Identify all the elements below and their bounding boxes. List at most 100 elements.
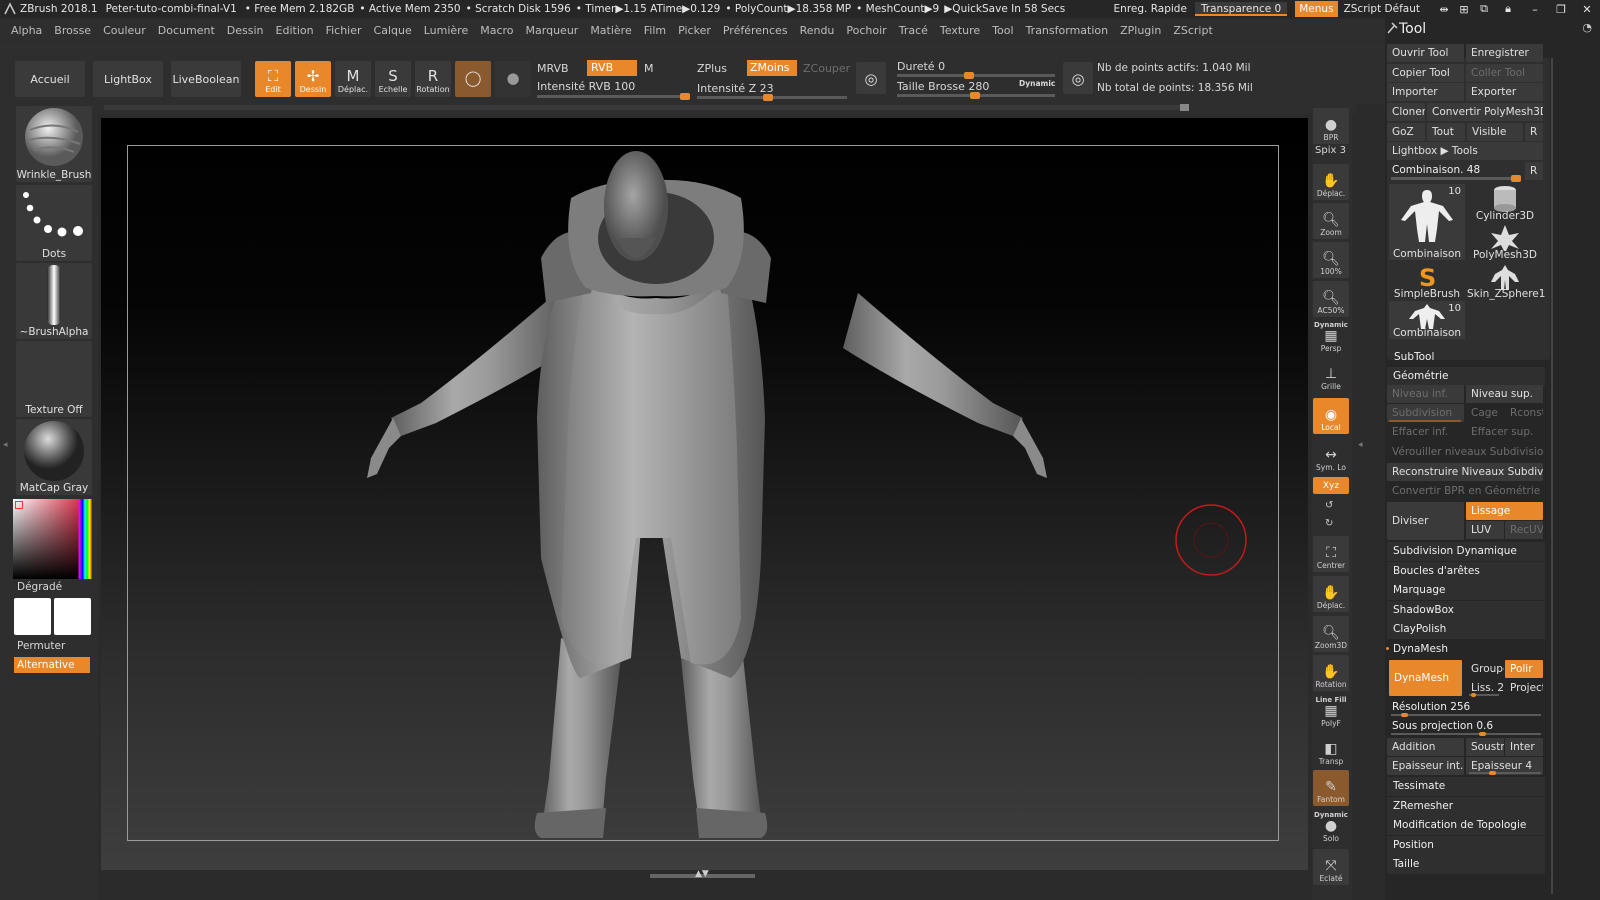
goz-all-button[interactable]: Tout bbox=[1427, 123, 1465, 141]
project-toggle[interactable]: Project bbox=[1505, 679, 1543, 697]
dynamesh-button[interactable]: DynaMesh bbox=[1389, 660, 1462, 696]
polish-toggle[interactable]: Polir bbox=[1505, 660, 1543, 678]
load-tool-button[interactable]: Ouvrir Tool bbox=[1387, 44, 1464, 62]
current-tool-r-button[interactable]: R bbox=[1525, 162, 1543, 180]
menu-texture[interactable]: Texture bbox=[940, 24, 980, 37]
menu-matiere[interactable]: Matière bbox=[590, 24, 631, 37]
tool-thumb-cylinder3d[interactable]: Cylinder3D bbox=[1467, 184, 1543, 222]
sdiv-slider-track[interactable] bbox=[1389, 420, 1461, 422]
texture-thumbnail[interactable]: Texture Off bbox=[16, 341, 92, 417]
geometry-section[interactable]: Géométrie bbox=[1387, 367, 1545, 386]
scale-button[interactable]: S Echelle bbox=[375, 61, 411, 97]
xyz-rotate-button[interactable]: Xyz bbox=[1313, 477, 1349, 494]
modify-topology-section[interactable]: Modification de Topologie bbox=[1387, 816, 1545, 835]
tool-thumb-polymesh3d[interactable]: PolyMesh3D bbox=[1467, 223, 1543, 261]
intersect-button[interactable]: Inter bbox=[1505, 738, 1543, 756]
quick-save-button[interactable]: Enreg. Rapide bbox=[1114, 3, 1187, 15]
subtool-section[interactable]: SubTool bbox=[1389, 348, 1545, 366]
rotate-button[interactable]: R Rotation bbox=[415, 61, 451, 97]
dynamic-subdiv-section[interactable]: Subdivision Dynamique bbox=[1387, 542, 1545, 561]
menu-fichier[interactable]: Fichier bbox=[326, 24, 362, 37]
draw-button[interactable]: ✢ Dessin bbox=[295, 61, 331, 97]
polyframe-button[interactable]: Line Fill ▦ PolyF bbox=[1313, 694, 1349, 730]
main-color-swatch[interactable] bbox=[14, 598, 51, 635]
tool-thumb-combinaison-2[interactable]: 10 Combinaison bbox=[1389, 301, 1465, 339]
menu-preferences[interactable]: Préférences bbox=[723, 24, 788, 37]
material-sphere-button[interactable]: ◯ bbox=[455, 61, 491, 97]
menu-document[interactable]: Document bbox=[158, 24, 215, 37]
alpha-thumbnail[interactable]: ~BrushAlpha bbox=[16, 263, 92, 339]
right-collapse-icon[interactable]: ◂ bbox=[1358, 440, 1363, 450]
divide-button[interactable]: Diviser bbox=[1387, 502, 1464, 540]
rotate-z-icon[interactable]: ↻ bbox=[1325, 518, 1333, 529]
size-section[interactable]: Taille bbox=[1387, 855, 1545, 874]
canvas-viewport[interactable] bbox=[101, 118, 1308, 870]
tool-thumb-combinaison[interactable]: 10 Combinaison bbox=[1389, 184, 1465, 260]
zoom-view-button[interactable]: 🔍︎ Zoom bbox=[1313, 203, 1349, 239]
zadd-toggle[interactable]: ZPlus bbox=[697, 62, 727, 75]
menu-zscript[interactable]: ZScript bbox=[1173, 24, 1212, 37]
color-sphere-button[interactable]: ● bbox=[495, 61, 531, 97]
edit-button[interactable]: ⛶ Edit bbox=[255, 61, 291, 97]
floor-grid-button[interactable]: ⊥ Grille bbox=[1313, 357, 1349, 393]
clone-button[interactable]: Cloner bbox=[1387, 103, 1425, 121]
rotate-y-icon[interactable]: ↺ bbox=[1325, 500, 1333, 511]
bpr-button[interactable]: ● BPR bbox=[1313, 108, 1349, 144]
rconst-button[interactable]: Rconst bbox=[1505, 404, 1543, 422]
menu-lumiere[interactable]: Lumière bbox=[424, 24, 469, 37]
toolbar-scroll-handle[interactable] bbox=[1180, 104, 1189, 111]
delete-higher-button[interactable]: Effacer sup. bbox=[1466, 423, 1543, 441]
lower-res-button[interactable]: Niveau inf. bbox=[1387, 385, 1464, 403]
hardness-slider[interactable] bbox=[897, 72, 1055, 79]
frame-button[interactable]: ⛶ Centrer bbox=[1313, 536, 1349, 572]
dynamesh-section[interactable]: DynaMesh bbox=[1387, 640, 1543, 658]
menu-film[interactable]: Film bbox=[644, 24, 666, 37]
stroke-thumbnail[interactable]: Dots bbox=[16, 185, 92, 261]
rotate-3d-button[interactable]: ✋ Rotation bbox=[1313, 655, 1349, 691]
convert-bpr-button[interactable]: Convertir BPR en Géométrie bbox=[1387, 482, 1543, 500]
toolbar-scroll[interactable] bbox=[104, 105, 1189, 110]
transparency-button[interactable]: ◧ Transp bbox=[1313, 732, 1349, 768]
save-as-button[interactable]: Enregistrer bbox=[1466, 44, 1543, 62]
liveboolean-button[interactable]: LiveBoolean bbox=[171, 61, 241, 97]
perspective-button[interactable]: Dynamic ▦ Persp bbox=[1313, 319, 1349, 355]
gradient-toggle[interactable]: Dégradé bbox=[17, 581, 62, 593]
menu-picker[interactable]: Picker bbox=[678, 24, 711, 37]
zsub-toggle[interactable]: ZMoins bbox=[747, 60, 797, 76]
subtract-button[interactable]: Soustr. bbox=[1466, 738, 1504, 756]
groups-toggle[interactable]: Groupe bbox=[1466, 660, 1504, 678]
subproject-slider-track[interactable] bbox=[1391, 732, 1541, 736]
export-button[interactable]: Exporter bbox=[1466, 83, 1543, 101]
delete-lower-button[interactable]: Effacer inf. bbox=[1387, 423, 1464, 441]
ghost-button[interactable]: ✎ Fantom bbox=[1313, 770, 1349, 806]
tool-scrollbar[interactable] bbox=[1551, 58, 1553, 894]
claypolish-section[interactable]: ClayPolish bbox=[1387, 620, 1545, 639]
menu-macro[interactable]: Macro bbox=[480, 24, 513, 37]
add-button[interactable]: Addition bbox=[1387, 738, 1464, 756]
copy-tool-button[interactable]: Copier Tool bbox=[1387, 64, 1464, 82]
menu-marqueur[interactable]: Marqueur bbox=[526, 24, 579, 37]
thickness-slider-track[interactable] bbox=[1469, 771, 1541, 775]
layout-toggle-icon[interactable]: ⇹ bbox=[1434, 3, 1454, 16]
cage-button[interactable]: Cage bbox=[1466, 404, 1504, 422]
lightbox-tools-button[interactable]: Lightbox ▶ Tools bbox=[1387, 142, 1543, 160]
menu-zplugin[interactable]: ZPlugin bbox=[1120, 24, 1161, 37]
menu-edition[interactable]: Edition bbox=[276, 24, 314, 37]
position-section[interactable]: Position bbox=[1387, 836, 1545, 855]
z-intensity-slider[interactable] bbox=[697, 94, 847, 101]
rgb-intensity-slider[interactable] bbox=[537, 93, 690, 100]
blur-slider-track[interactable] bbox=[1469, 693, 1499, 697]
tool-thumb-simplebrush[interactable]: S SimpleBrush bbox=[1389, 262, 1465, 300]
xpose-button[interactable]: ⤧ Eclaté bbox=[1313, 849, 1349, 885]
focal-shift-button[interactable]: ◎ bbox=[856, 62, 886, 94]
zscript-default[interactable]: ZScript Défaut bbox=[1344, 3, 1420, 15]
suv-toggle[interactable]: LUV bbox=[1466, 521, 1504, 539]
goz-r-button[interactable]: R bbox=[1525, 123, 1543, 141]
higher-res-button[interactable]: Niveau sup. bbox=[1466, 385, 1543, 403]
smt-toggle[interactable]: Lissage bbox=[1466, 502, 1543, 520]
m-toggle[interactable]: M bbox=[644, 62, 654, 75]
transparency-slider[interactable]: Transparence 0 bbox=[1194, 2, 1288, 16]
color-picker[interactable] bbox=[13, 499, 92, 579]
secondary-color-swatch[interactable] bbox=[54, 598, 91, 635]
right-tray-divider[interactable]: ◂ bbox=[1356, 104, 1384, 900]
